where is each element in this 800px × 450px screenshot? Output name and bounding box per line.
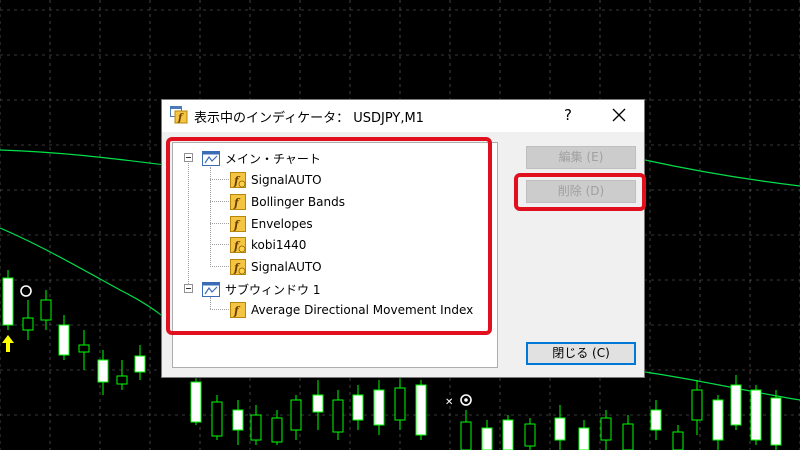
- indicator-name: SignalAUTO: [251, 260, 322, 274]
- indicator-tree[interactable]: メイン・チャート f SignalAUTO f Bollinger Bands …: [172, 142, 498, 368]
- indicator-f-icon: f: [230, 302, 246, 318]
- close-icon: [612, 108, 626, 122]
- indicator-name: kobi1440: [251, 238, 307, 252]
- candle-body: [554, 417, 566, 441]
- edit-button[interactable]: 編集 (E): [526, 146, 636, 169]
- candle-body: [134, 355, 146, 373]
- indicator-name: Average Directional Movement Index: [251, 303, 474, 317]
- candle-body: [460, 421, 472, 450]
- candle-body: [116, 375, 128, 385]
- indicator-f-icon: f: [230, 237, 246, 253]
- candle-body: [40, 299, 52, 321]
- candle-body: [78, 344, 90, 353]
- tree-node-label: サブウィンドウ 1: [225, 282, 321, 297]
- indicator-name: Envelopes: [251, 217, 313, 231]
- indicator-name: Bollinger Bands: [251, 195, 345, 209]
- candle-body: [672, 431, 684, 450]
- tree-item-indicator[interactable]: f SignalAUTO: [230, 170, 322, 190]
- tree-node-main-chart[interactable]: メイン・チャート: [202, 148, 321, 168]
- candle-body: [373, 389, 385, 426]
- tree-connector: [210, 266, 229, 267]
- indicator-f-icon: f: [230, 194, 246, 210]
- candle-body: [232, 409, 244, 431]
- indicators-dialog: f 表示中のインディケータ： USDJPY,M1 ? メイン・チャート f Si…: [161, 99, 645, 378]
- tree-connector: [210, 223, 229, 224]
- candle-body: [712, 399, 724, 441]
- candle-body: [312, 394, 324, 413]
- tree-item-indicator[interactable]: f kobi1440: [230, 235, 306, 255]
- candle-body: [770, 397, 782, 446]
- close-window-button[interactable]: [602, 102, 636, 128]
- tree-connector: [210, 179, 229, 180]
- indicator-app-icon: f: [170, 106, 188, 124]
- candle-body: [352, 394, 364, 421]
- signal-circle-dot: [464, 398, 468, 402]
- candle-body: [600, 417, 612, 441]
- candle-body: [22, 317, 34, 331]
- candle-body: [650, 409, 662, 431]
- chart-window-icon: [202, 150, 220, 166]
- candle-body: [578, 427, 590, 450]
- candle-body: [2, 277, 14, 326]
- indicator-f-icon: f: [230, 172, 246, 188]
- tree-connector: [210, 309, 229, 310]
- help-button[interactable]: ?: [554, 102, 582, 128]
- candle-body: [271, 417, 283, 443]
- tree-item-indicator[interactable]: f Envelopes: [230, 214, 313, 234]
- candle-body: [730, 384, 742, 426]
- indicator-name: SignalAUTO: [251, 173, 322, 187]
- candle-body: [250, 414, 262, 441]
- candle-body: [190, 381, 202, 423]
- signal-arrow-up: [2, 335, 14, 352]
- tree-connector: [188, 163, 189, 284]
- candle-body: [211, 401, 223, 437]
- delete-button[interactable]: 削除 (D): [526, 180, 636, 203]
- tree-item-indicator[interactable]: f Bollinger Bands: [230, 192, 345, 212]
- indicator-f-icon: f: [230, 216, 246, 232]
- candle-body: [622, 423, 634, 450]
- tree-node-label: メイン・チャート: [225, 151, 321, 166]
- tree-node-sub-window[interactable]: サブウィンドウ 1: [202, 279, 320, 299]
- candle-body: [481, 427, 493, 450]
- candle-body: [290, 399, 302, 431]
- collapse-toggle-main[interactable]: [184, 153, 193, 162]
- candle-body: [394, 387, 406, 421]
- candle-body: [58, 324, 70, 356]
- chart-window-icon: [202, 281, 220, 297]
- candle-body: [415, 384, 427, 436]
- close-button[interactable]: 閉じる (C): [526, 342, 636, 365]
- candle-body: [97, 359, 109, 383]
- tree-connector: [210, 201, 229, 202]
- candle-body: [332, 399, 344, 433]
- candle-body: [691, 389, 703, 421]
- signal-cross-marker: ✕: [445, 397, 453, 408]
- signal-circle-marker: [20, 285, 32, 297]
- tree-item-indicator[interactable]: f Average Directional Movement Index: [230, 300, 473, 320]
- collapse-toggle-sub[interactable]: [184, 284, 193, 293]
- tree-item-indicator[interactable]: f SignalAUTO: [230, 257, 322, 277]
- tree-connector: [210, 167, 211, 267]
- indicator-f-icon: f: [230, 259, 246, 275]
- candle-body: [524, 423, 536, 447]
- dialog-title: 表示中のインディケータ： USDJPY,M1: [194, 111, 424, 126]
- dialog-titlebar: f 表示中のインディケータ： USDJPY,M1 ?: [162, 100, 644, 132]
- tree-connector: [210, 244, 229, 245]
- candle-body: [502, 419, 514, 450]
- candle-body: [750, 389, 762, 441]
